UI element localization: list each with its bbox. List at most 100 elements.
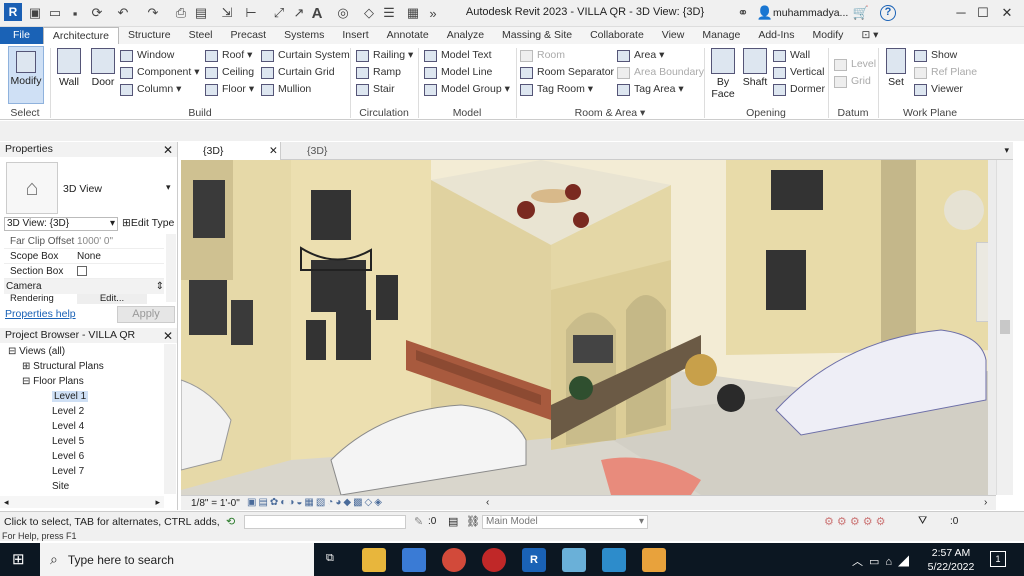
open-icon[interactable]: ▣ xyxy=(26,4,44,22)
close-icon[interactable]: ✕ xyxy=(163,143,173,157)
view-tab-3d[interactable]: {3D} xyxy=(285,142,365,160)
notifications-icon[interactable]: 1 xyxy=(990,551,1006,567)
modify-button[interactable]: Modify xyxy=(8,46,44,104)
vertical-opening-button[interactable]: Vertical xyxy=(773,64,825,81)
switch-window-icon[interactable]: ☰ xyxy=(380,4,398,22)
wall-button[interactable]: Wall xyxy=(54,48,84,88)
scrollbar[interactable] xyxy=(166,234,176,302)
mullion-button[interactable]: Mullion xyxy=(261,81,350,98)
tag-area-button[interactable]: Tag Area ▾ xyxy=(617,81,704,98)
pdf-icon[interactable]: ▤ xyxy=(192,4,210,22)
tab-view[interactable]: View xyxy=(653,27,694,44)
model-group-button[interactable]: Model Group ▾ xyxy=(424,81,510,98)
store-icon[interactable] xyxy=(402,548,426,572)
revit-taskbar-icon[interactable]: R xyxy=(522,548,546,572)
tabs-dropdown-icon[interactable]: ▾ xyxy=(1004,145,1009,156)
prop-group-camera[interactable]: Camera ⇕ xyxy=(4,279,164,294)
by-face-button[interactable]: By Face xyxy=(708,48,738,100)
tab-collaborate[interactable]: Collaborate xyxy=(581,27,653,44)
undo-icon[interactable]: ↶ xyxy=(114,4,132,22)
sync-icon[interactable]: ⟳ xyxy=(88,4,106,22)
app-orange-icon[interactable] xyxy=(642,548,666,572)
revit-logo[interactable]: R xyxy=(4,3,22,21)
prop-row-section-box[interactable]: Section Box xyxy=(4,264,164,279)
viewer-button[interactable]: Viewer xyxy=(914,81,977,98)
tab-steel[interactable]: Steel xyxy=(180,27,222,44)
type-dropdown-icon[interactable]: ▾ xyxy=(166,182,171,193)
roof-button[interactable]: Roof ▾ xyxy=(205,47,254,64)
tree-item-structural-plans[interactable]: ⊞ Structural Plans xyxy=(4,359,164,374)
floor-button[interactable]: Floor ▾ xyxy=(205,81,254,98)
dimension-icon[interactable]: ⊢ xyxy=(242,4,260,22)
tab-insert[interactable]: Insert xyxy=(333,27,377,44)
edit-type-button[interactable]: ⊞Edit Type xyxy=(122,217,174,229)
3d-viewport[interactable] xyxy=(181,160,996,495)
app-red-icon[interactable] xyxy=(482,548,506,572)
cart-icon[interactable]: 🛒 xyxy=(852,4,870,22)
tab-structure[interactable]: Structure xyxy=(119,27,180,44)
app-teal-icon[interactable] xyxy=(602,548,626,572)
viewport-vscrollbar[interactable] xyxy=(988,160,996,495)
browser-hscrollbar[interactable]: ◂ ▸ xyxy=(0,496,164,508)
tree-item-level-2[interactable]: Level 2 xyxy=(4,404,164,419)
ref-plane-button[interactable]: Ref Plane xyxy=(914,64,977,81)
close-button[interactable]: ✕ xyxy=(996,3,1018,23)
room-button[interactable]: Room xyxy=(520,47,614,64)
tray-icons[interactable]: ︿▭⌂◢ xyxy=(852,553,915,569)
folder-icon[interactable]: ▭ xyxy=(46,4,64,22)
view-3d-icon[interactable]: ◎ xyxy=(334,4,352,22)
area-button[interactable]: Area ▾ xyxy=(617,47,704,64)
tab-massing-site[interactable]: Massing & Site xyxy=(493,27,581,44)
tree-item-floor-plans[interactable]: ⊟ Floor Plans xyxy=(4,374,164,389)
print-icon[interactable]: ⎙ xyxy=(172,4,190,22)
tab-add-ins[interactable]: Add-Ins xyxy=(749,27,803,44)
shaft-button[interactable]: Shaft xyxy=(740,48,770,88)
file-explorer-icon[interactable] xyxy=(362,548,386,572)
level-button[interactable]: Level xyxy=(834,56,876,73)
section-box-checkbox[interactable] xyxy=(77,266,87,276)
curtain-grid-button[interactable]: Curtain Grid xyxy=(261,64,350,81)
prop-row-rendering[interactable]: Rendering Set... Edit... xyxy=(4,294,164,304)
close-icon[interactable]: ✕ xyxy=(163,329,173,343)
tree-item-level-5[interactable]: Level 5 xyxy=(4,434,164,449)
scroll-left-icon[interactable]: ‹ xyxy=(486,497,489,508)
room-separator-button[interactable]: Room Separator xyxy=(520,64,614,81)
user-name[interactable]: muhammadya... xyxy=(773,7,848,19)
type-name[interactable]: 3D View xyxy=(63,183,102,195)
close-icon[interactable]: ✕ xyxy=(269,142,278,160)
section-icon[interactable]: ◇ xyxy=(360,4,378,22)
column-button[interactable]: Column ▾ xyxy=(120,81,200,98)
room-area-panel-label[interactable]: Room & Area ▾ xyxy=(518,107,702,120)
browser-scrollbar[interactable] xyxy=(164,344,176,494)
component-button[interactable]: Component ▾ xyxy=(120,64,200,81)
scroll-right-icon[interactable]: › xyxy=(984,497,987,508)
model-text-button[interactable]: Model Text xyxy=(424,47,510,64)
tab-manage[interactable]: Manage xyxy=(693,27,749,44)
ribbon-options-icon[interactable]: ⊡ ▾ xyxy=(852,27,887,44)
taskbar-search[interactable]: ⌕ Type here to search xyxy=(40,543,314,576)
redo-icon[interactable]: ↷ xyxy=(144,4,162,22)
tab-architecture[interactable]: Architecture xyxy=(42,27,119,44)
prop-row-scope-box[interactable]: Scope Box None xyxy=(4,249,164,264)
tag-room-button[interactable]: Tag Room ▾ xyxy=(520,81,614,98)
stair-button[interactable]: Stair xyxy=(356,81,413,98)
wall-opening-button[interactable]: Wall xyxy=(773,47,825,64)
prop-row-far-clip[interactable]: Far Clip Offset 1000' 0" xyxy=(4,234,164,249)
ramp-button[interactable]: Ramp xyxy=(356,64,413,81)
apply-button[interactable]: Apply xyxy=(117,306,175,323)
maximize-button[interactable]: ☐ xyxy=(972,3,994,23)
viewport-scrollbar[interactable] xyxy=(996,160,1013,495)
app-blue-icon[interactable] xyxy=(562,548,586,572)
measure-icon[interactable]: ⇲ xyxy=(218,4,236,22)
save-icon[interactable]: ▪ xyxy=(66,4,84,22)
tree-item-level-1[interactable]: Level 1 xyxy=(4,389,164,404)
curtain-system-button[interactable]: Curtain System xyxy=(261,47,350,64)
filter-icon[interactable]: ⛛ xyxy=(918,515,927,528)
tree-item-level-6[interactable]: Level 6 xyxy=(4,449,164,464)
tab-annotate[interactable]: Annotate xyxy=(378,27,438,44)
door-button[interactable]: Door xyxy=(88,48,118,88)
windows-start-icon[interactable]: ⊞ xyxy=(12,552,28,568)
tab-modify[interactable]: Modify xyxy=(804,27,853,44)
minimize-button[interactable]: ─ xyxy=(950,3,972,23)
tab-analyze[interactable]: Analyze xyxy=(438,27,493,44)
